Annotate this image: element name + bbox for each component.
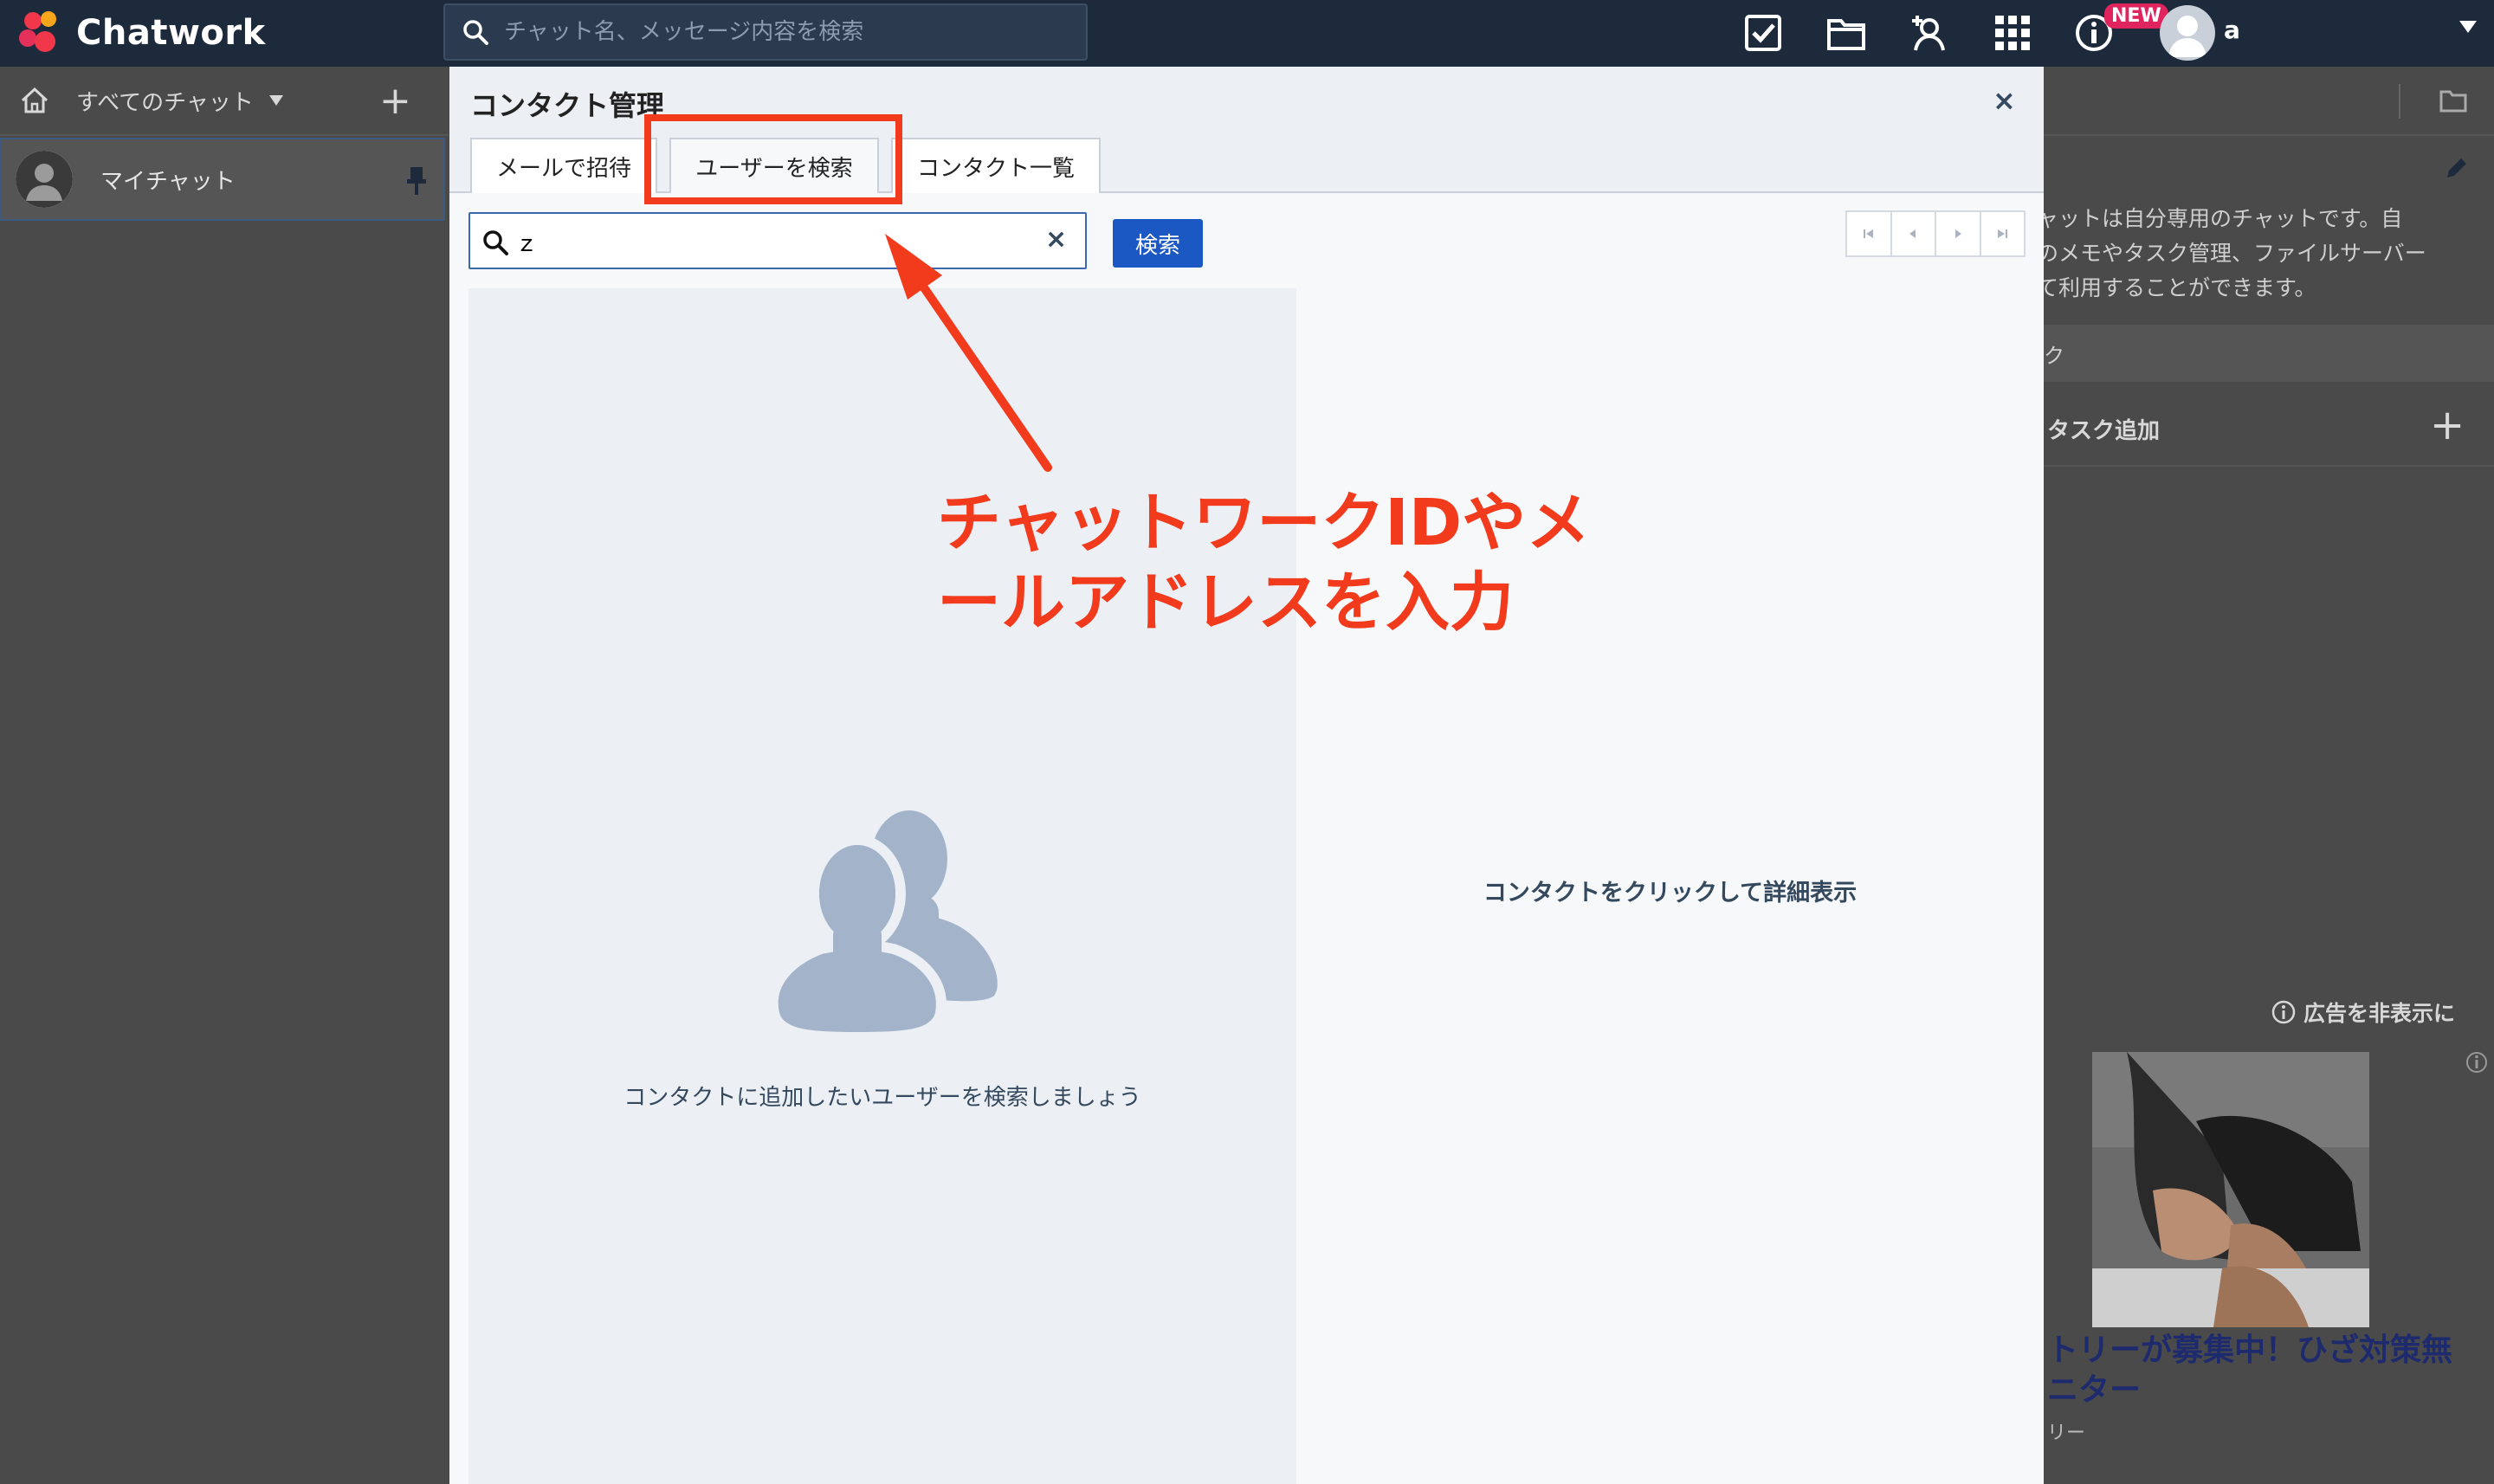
prev-page-icon [1909, 229, 1916, 238]
add-task-row[interactable]: タスク追加 + [2044, 392, 2494, 467]
clear-search-button[interactable]: × [1045, 224, 1067, 255]
sidebar-item-my-chat[interactable]: マイチャット [0, 138, 445, 221]
empty-state-message: コンタクトに追加したいユーザーを検索しましょう [624, 1085, 1141, 1111]
top-bar: Chatwork NEW a [0, 0, 2494, 67]
ad-headline-line: トリーが募集中！ひざ対策無 [2047, 1332, 2453, 1368]
new-badge: NEW [2104, 3, 2168, 29]
annotation-line: チャットワークIDやメ [937, 486, 1591, 560]
task-section-title: ク [2044, 344, 2064, 368]
ad-choices-icon[interactable] [2465, 1050, 2489, 1074]
next-page-icon [1954, 229, 1961, 238]
info-icon [2271, 1000, 2296, 1024]
file-folder-icon[interactable] [1822, 9, 1870, 57]
user-menu-caret-icon[interactable] [2459, 21, 2477, 33]
search-icon [463, 20, 488, 45]
contact-detail-placeholder: コンタクトをクリックして詳細表示 [1483, 880, 1858, 907]
chat-filter-dropdown[interactable]: すべてのチャット [76, 85, 254, 117]
apps-grid-icon[interactable] [1988, 9, 2037, 57]
add-contact-icon[interactable] [1905, 9, 1954, 57]
folder-icon[interactable] [2439, 86, 2468, 115]
user-name[interactable]: a [2224, 16, 2240, 44]
chevron-down-icon[interactable] [268, 95, 283, 106]
ad-sponsor: リー [2047, 1423, 2086, 1444]
divider [2399, 84, 2400, 119]
app-logo[interactable]: Chatwork [16, 7, 266, 59]
description-line: のメモやタスク管理、ファイルサーバー [2037, 241, 2426, 266]
task-icon[interactable] [1739, 9, 1787, 57]
ad-headline-line: ニター [2047, 1372, 2142, 1408]
search-button[interactable]: 検索 [1113, 219, 1203, 268]
pin-icon[interactable] [404, 165, 430, 197]
global-search[interactable] [443, 3, 1088, 61]
user-search-field[interactable]: × [468, 212, 1087, 269]
description-line: て利用することができます。 [2037, 275, 2316, 300]
next-page-button[interactable] [1936, 212, 1981, 255]
last-page-icon [1998, 229, 2008, 238]
global-search-input[interactable] [504, 19, 1058, 45]
prev-page-button[interactable] [1892, 212, 1936, 255]
avatar [16, 151, 73, 208]
search-results-pane: コンタクトに追加したいユーザーを検索しましょう [468, 288, 1296, 1484]
close-button[interactable]: × [1993, 84, 2016, 117]
chatwork-logo-icon [19, 11, 56, 52]
dialog-title: コンタクト管理 [470, 89, 665, 122]
add-task-label: タスク追加 [2047, 418, 2161, 444]
user-avatar[interactable] [2160, 5, 2215, 61]
tab-invite-by-email[interactable]: メールで招待 [470, 138, 657, 193]
first-page-button[interactable] [1847, 212, 1892, 255]
contact-management-dialog: コンタクト管理 × メールで招待 ユーザーを検索 コンタクト一覧 × 検索 [449, 67, 2044, 1484]
chat-sidebar: すべてのチャット + マイチャット [0, 67, 449, 1484]
ad-headline[interactable]: トリーが募集中！ひざ対策無 ニター [2047, 1331, 2494, 1410]
ad-image[interactable] [2092, 1052, 2369, 1327]
description-line: ャットは自分専用のチャットです。自 [2037, 206, 2403, 231]
last-page-button[interactable] [1981, 212, 2025, 255]
edit-pencil-icon[interactable] [2442, 155, 2470, 183]
first-page-icon [1863, 229, 1873, 238]
tab-contact-list[interactable]: コンタクト一覧 [891, 138, 1101, 193]
tab-highlight-annotation [644, 114, 902, 204]
hide-ads-label: 広告を非表示に [2303, 1001, 2456, 1026]
hide-ads-link[interactable]: 広告を非表示に [2271, 997, 2455, 1028]
search-icon [483, 230, 508, 255]
add-chat-button[interactable]: + [379, 82, 411, 120]
chat-description: ャットは自分専用のチャットです。自 のメモやタスク管理、ファイルサーバー て利用… [2037, 202, 2487, 306]
logo-text: Chatwork [76, 13, 266, 53]
users-group-icon [767, 810, 998, 1039]
description-header [2044, 136, 2494, 202]
task-section-header: ク [2044, 325, 2494, 382]
add-task-button[interactable]: + [2430, 401, 2465, 449]
chat-info-panel: ャットは自分専用のチャットです。自 のメモやタスク管理、ファイルサーバー て利用… [2037, 67, 2494, 1484]
panel-toolbar [2044, 67, 2494, 136]
sidebar-item-label: マイチャット [100, 168, 236, 195]
home-icon[interactable] [19, 85, 50, 116]
annotation-text: チャットワークIDやメ ールアドレスを入力 [937, 483, 1647, 642]
user-search-input[interactable] [515, 224, 1035, 259]
annotation-line: ールアドレスを入力 [937, 565, 1514, 640]
pagination [1845, 210, 2026, 257]
